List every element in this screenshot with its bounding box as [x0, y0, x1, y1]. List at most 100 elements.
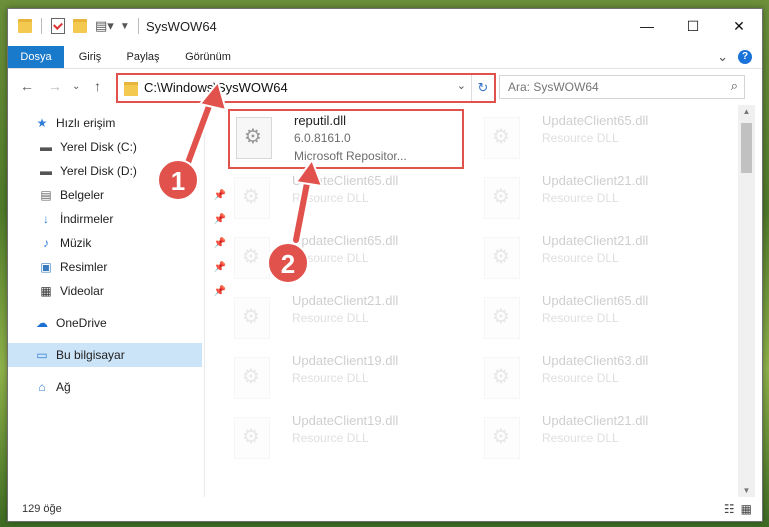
file-name: UpdateClient63.dll — [542, 353, 649, 368]
sidebar-item-network[interactable]: ⌂ Ağ — [8, 375, 228, 399]
dll-file-icon: ⚙ — [234, 297, 270, 339]
toolbar-separator — [137, 18, 139, 34]
gear-icon: ⚙ — [244, 126, 262, 148]
tiles-view-icon[interactable]: ▦ — [741, 502, 752, 516]
file-name: UpdateClient65.dll — [542, 113, 649, 128]
dll-file-icon: ⚙ — [484, 237, 520, 279]
file-name: UpdateClient65.dll — [292, 233, 399, 248]
file-tile[interactable]: ⚙ UpdateClient65.dll Resource DLL — [228, 231, 466, 287]
search-box[interactable]: ⌕ — [499, 75, 745, 99]
chevron-down-icon[interactable]: ▼ — [120, 21, 130, 32]
customize-toolbar-icon[interactable]: ▤▾ — [95, 18, 114, 34]
recent-locations-button[interactable]: ⌄ — [72, 81, 80, 92]
file-description: Resource DLL — [292, 251, 369, 265]
file-name: UpdateClient21.dll — [292, 293, 399, 308]
file-description: Resource DLL — [542, 191, 619, 205]
new-folder-icon[interactable] — [73, 19, 87, 33]
music-icon: ♪ — [43, 236, 49, 250]
ribbon-controls: ⌄ ? — [717, 49, 752, 65]
drive-icon: ▬ — [40, 164, 52, 178]
file-tile[interactable]: ⚙ UpdateClient21.dll Resource DLL — [478, 411, 716, 467]
scroll-up-icon[interactable]: ▲ — [738, 107, 755, 116]
file-tile-reputil[interactable]: ⚙ reputil.dll 6.0.8161.0 Microsoft Repos… — [228, 109, 464, 169]
file-description: Resource DLL — [292, 431, 369, 445]
toolbar-separator — [41, 18, 42, 34]
file-tile[interactable]: ⚙ UpdateClient21.dll Resource DLL — [228, 291, 466, 347]
gear-icon: ⚙ — [242, 186, 260, 208]
sidebar-item-label: İndirmeler — [60, 212, 114, 226]
file-tile[interactable]: ⚙ UpdateClient65.dll Resource DLL — [478, 111, 716, 167]
forward-button[interactable]: → — [48, 78, 62, 94]
back-button[interactable]: ← — [20, 78, 34, 94]
address-dropdown-icon[interactable]: ⌄ — [457, 79, 466, 92]
explorer-window: ▤▾ ▼ SysWOW64 — ☐ ✕ Dosya Giriş Paylaş G… — [7, 8, 763, 522]
file-tile[interactable]: ⚙ UpdateClient65.dll Resource DLL — [478, 291, 716, 347]
file-tile[interactable]: ⚙ UpdateClient21.dll Resource DLL — [478, 171, 716, 227]
gear-icon: ⚙ — [242, 306, 260, 328]
close-button[interactable]: ✕ — [716, 9, 762, 43]
sidebar-item-onedrive[interactable]: ☁ OneDrive — [8, 311, 228, 335]
up-button[interactable]: ↑ — [94, 78, 101, 94]
sidebar-item-label: Ağ — [56, 380, 71, 394]
file-tile[interactable]: ⚙ UpdateClient19.dll Resource DLL — [228, 351, 466, 407]
refresh-button[interactable]: ↻ — [471, 75, 494, 101]
dll-file-icon: ⚙ — [484, 417, 520, 459]
file-version: 6.0.8161.0 — [294, 131, 351, 145]
file-name: UpdateClient65.dll — [542, 293, 649, 308]
sidebar-item-this-pc[interactable]: ▭ Bu bilgisayar — [8, 343, 202, 367]
vertical-scrollbar[interactable]: ▲ ▼ — [738, 105, 755, 497]
tab-share[interactable]: Paylaş — [120, 46, 166, 68]
details-view-icon[interactable]: ☷ — [724, 502, 735, 516]
sidebar-item-label: OneDrive — [56, 316, 107, 330]
address-bar[interactable]: C:\Windows\SysWOW64 ⌄ ↻ — [116, 73, 496, 103]
file-description: Resource DLL — [542, 431, 619, 445]
sidebar-item-downloads[interactable]: ↓ İndirmeler 📌 — [8, 207, 232, 231]
sidebar-item-local-disk-d[interactable]: ▬ Yerel Disk (D:) — [8, 159, 232, 183]
gear-icon: ⚙ — [492, 366, 510, 388]
help-icon[interactable]: ? — [738, 50, 752, 64]
address-path[interactable]: C:\Windows\SysWOW64 — [144, 80, 288, 95]
file-description: Resource DLL — [292, 371, 369, 385]
properties-icon[interactable] — [51, 18, 65, 34]
gear-icon: ⚙ — [242, 246, 260, 268]
sidebar-item-music[interactable]: ♪ Müzik 📌 — [8, 231, 232, 255]
file-description: Resource DLL — [542, 131, 619, 145]
sidebar-item-label: Belgeler — [60, 188, 105, 202]
drive-icon: ▬ — [40, 140, 52, 154]
sidebar-item-label: Hızlı erişim — [56, 116, 116, 130]
file-tile[interactable]: ⚙ UpdateClient19.dll Resource DLL — [228, 411, 466, 467]
file-tile[interactable]: ⚙ UpdateClient21.dll Resource DLL — [478, 231, 716, 287]
sidebar-item-label: Videolar — [60, 284, 104, 298]
expand-ribbon-icon[interactable]: ⌄ — [717, 49, 728, 65]
file-tile[interactable]: ⚙ UpdateClient63.dll Resource DLL — [478, 351, 716, 407]
maximize-button[interactable]: ☐ — [670, 9, 716, 43]
dll-file-icon: ⚙ — [484, 297, 520, 339]
file-company: Microsoft Repositor... — [294, 149, 407, 163]
sidebar-item-documents[interactable]: ▤ Belgeler 📌 — [8, 183, 232, 207]
tab-file[interactable]: Dosya — [8, 46, 64, 68]
file-tile[interactable]: ⚙ UpdateClient65.dll Resource DLL — [228, 171, 466, 227]
file-description: Resource DLL — [542, 311, 619, 325]
dll-file-icon: ⚙ — [484, 117, 520, 159]
tab-view[interactable]: Görünüm — [176, 46, 240, 68]
minimize-button[interactable]: — — [624, 9, 670, 43]
folder-icon[interactable] — [18, 19, 32, 33]
scroll-down-icon[interactable]: ▼ — [738, 486, 755, 495]
sidebar-item-pictures[interactable]: ▣ Resimler 📌 — [8, 255, 232, 279]
cloud-icon: ☁ — [36, 316, 48, 330]
sidebar-item-local-disk-c[interactable]: ▬ Yerel Disk (C:) — [8, 135, 232, 159]
tab-home[interactable]: Giriş — [70, 46, 110, 68]
gear-icon: ⚙ — [492, 126, 510, 148]
sidebar-item-videos[interactable]: ▦ Videolar 📌 — [8, 279, 232, 303]
scrollbar-thumb[interactable] — [741, 123, 752, 173]
gear-icon: ⚙ — [242, 366, 260, 388]
search-input[interactable] — [506, 79, 710, 95]
quick-access-toolbar: ▤▾ ▼ — [18, 18, 139, 34]
sidebar-item-quick-access[interactable]: ★ Hızlı erişim — [8, 111, 228, 135]
file-description: Resource DLL — [292, 191, 369, 205]
ribbon-tabs: Dosya Giriş Paylaş Görünüm ⌄ ? — [8, 46, 762, 69]
file-name: UpdateClient21.dll — [542, 413, 649, 428]
gear-icon: ⚙ — [242, 426, 260, 448]
search-icon[interactable]: ⌕ — [731, 78, 738, 94]
gear-icon: ⚙ — [492, 246, 510, 268]
